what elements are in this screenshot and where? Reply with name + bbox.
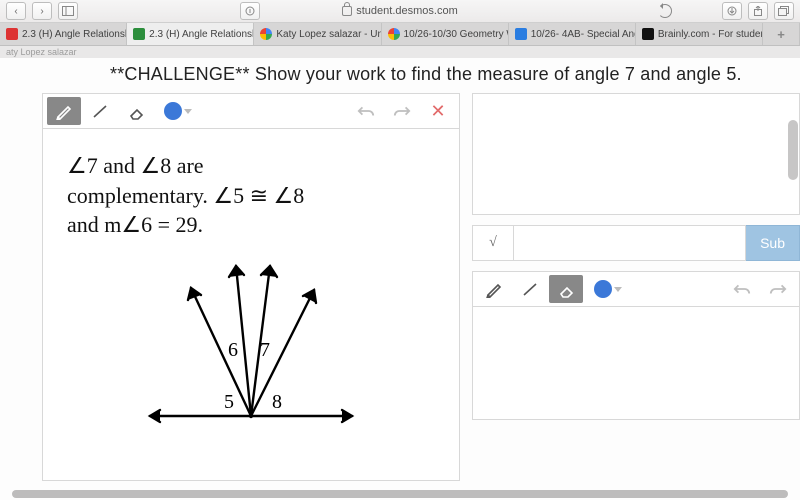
close-icon: ✕: [430, 101, 445, 122]
browser-tab[interactable]: 2.3 (H) Angle Relationshi...: [127, 23, 254, 45]
eraser-tool[interactable]: [549, 275, 583, 303]
problem-line-2: complementary. ∠5 ≅ ∠8: [67, 181, 435, 211]
tab-label: 10/26- 4AB- Special Angl...: [531, 29, 636, 40]
browser-tabstrip: 2.3 (H) Angle Relationshi... 2.3 (H) Angl…: [0, 23, 800, 46]
redo-button[interactable]: [385, 97, 419, 125]
answer-row: √ Sub: [472, 225, 800, 261]
tab-label: 2.3 (H) Angle Relationshi...: [149, 29, 254, 40]
math-keypad-button[interactable]: √: [472, 225, 513, 261]
pencil-tool[interactable]: [477, 275, 511, 303]
nav-fwd-button[interactable]: ›: [32, 2, 52, 20]
favicon: [260, 28, 272, 40]
browser-tab[interactable]: Katy Lopez salazar - Unit...: [254, 23, 381, 45]
address-bar[interactable]: student.desmos.com: [342, 5, 458, 17]
scratch-panel-top[interactable]: [472, 93, 800, 215]
reload-icon[interactable]: [658, 4, 672, 18]
angle-figure: 6 7 5 8: [67, 248, 435, 446]
undo-button[interactable]: [349, 97, 383, 125]
color-dot-icon: [594, 280, 612, 298]
tabs-button[interactable]: [774, 2, 794, 20]
angle-label-5: 5: [224, 391, 234, 413]
sidebar-button[interactable]: [58, 2, 78, 20]
url-host: student.desmos.com: [356, 5, 458, 17]
downloads-button[interactable]: [722, 2, 742, 20]
browser-tab[interactable]: 10/26- 4AB- Special Angl...: [509, 23, 636, 45]
favicon: [515, 28, 527, 40]
problem-line-3: and m∠6 = 29.: [67, 210, 435, 240]
tab-label: 10/26-10/30 Geometry W...: [404, 29, 509, 40]
favicon: [642, 28, 654, 40]
eraser-tool[interactable]: [119, 97, 153, 125]
problem-line-1: ∠7 and ∠8 are: [67, 151, 435, 181]
browser-tab[interactable]: 2.3 (H) Angle Relationshi...: [0, 23, 127, 45]
favicon: [6, 28, 18, 40]
sketch-toolbar-right: [472, 271, 800, 307]
color-picker[interactable]: [585, 275, 631, 303]
color-picker[interactable]: [155, 97, 201, 125]
tab-label: Brainly.com - For student...: [658, 29, 763, 40]
angle-label-8: 8: [272, 391, 282, 413]
challenge-prompt: **CHALLENGE** Show your work to find the…: [0, 58, 800, 93]
answer-input[interactable]: [513, 225, 746, 261]
redo-button[interactable]: [761, 275, 795, 303]
new-tab-button[interactable]: +: [763, 23, 800, 45]
chevron-down-icon: [184, 109, 192, 114]
browser-tab[interactable]: 10/26-10/30 Geometry W...: [382, 23, 509, 45]
browser-tab[interactable]: Brainly.com - For student...: [636, 23, 763, 45]
lock-icon: [342, 6, 352, 16]
share-button[interactable]: [748, 2, 768, 20]
activity-stage: **CHALLENGE** Show your work to find the…: [0, 58, 800, 500]
chevron-down-icon: [614, 287, 622, 292]
nav-back-button[interactable]: ‹: [6, 2, 26, 20]
favicon: [133, 28, 145, 40]
breadcrumb: aty Lopez salazar: [0, 46, 800, 58]
tab-label: 2.3 (H) Angle Relationshi...: [22, 29, 127, 40]
favicon: [388, 28, 400, 40]
clear-button[interactable]: ✕: [421, 97, 455, 125]
undo-button[interactable]: [725, 275, 759, 303]
problem-board[interactable]: ∠7 and ∠8 are complementary. ∠5 ≅ ∠8 and…: [42, 129, 460, 481]
color-dot-icon: [164, 102, 182, 120]
vertical-scrollbar[interactable]: [788, 120, 798, 180]
submit-button[interactable]: Sub: [746, 225, 800, 261]
sketch-toolbar-left: ✕: [42, 93, 460, 129]
pencil-tool[interactable]: [47, 97, 81, 125]
horizontal-scrollbar[interactable]: [12, 490, 788, 498]
line-tool[interactable]: [513, 275, 547, 303]
browser-titlebar: ‹ › student.desmos.com: [0, 0, 800, 23]
scratch-panel-bottom[interactable]: [472, 307, 800, 420]
tab-label: Katy Lopez salazar - Unit...: [276, 29, 381, 40]
angle-label-6: 6: [228, 339, 238, 361]
line-tool[interactable]: [83, 97, 117, 125]
reader-button[interactable]: [240, 2, 260, 20]
plus-icon: +: [777, 27, 785, 42]
angle-label-7: 7: [260, 339, 270, 361]
